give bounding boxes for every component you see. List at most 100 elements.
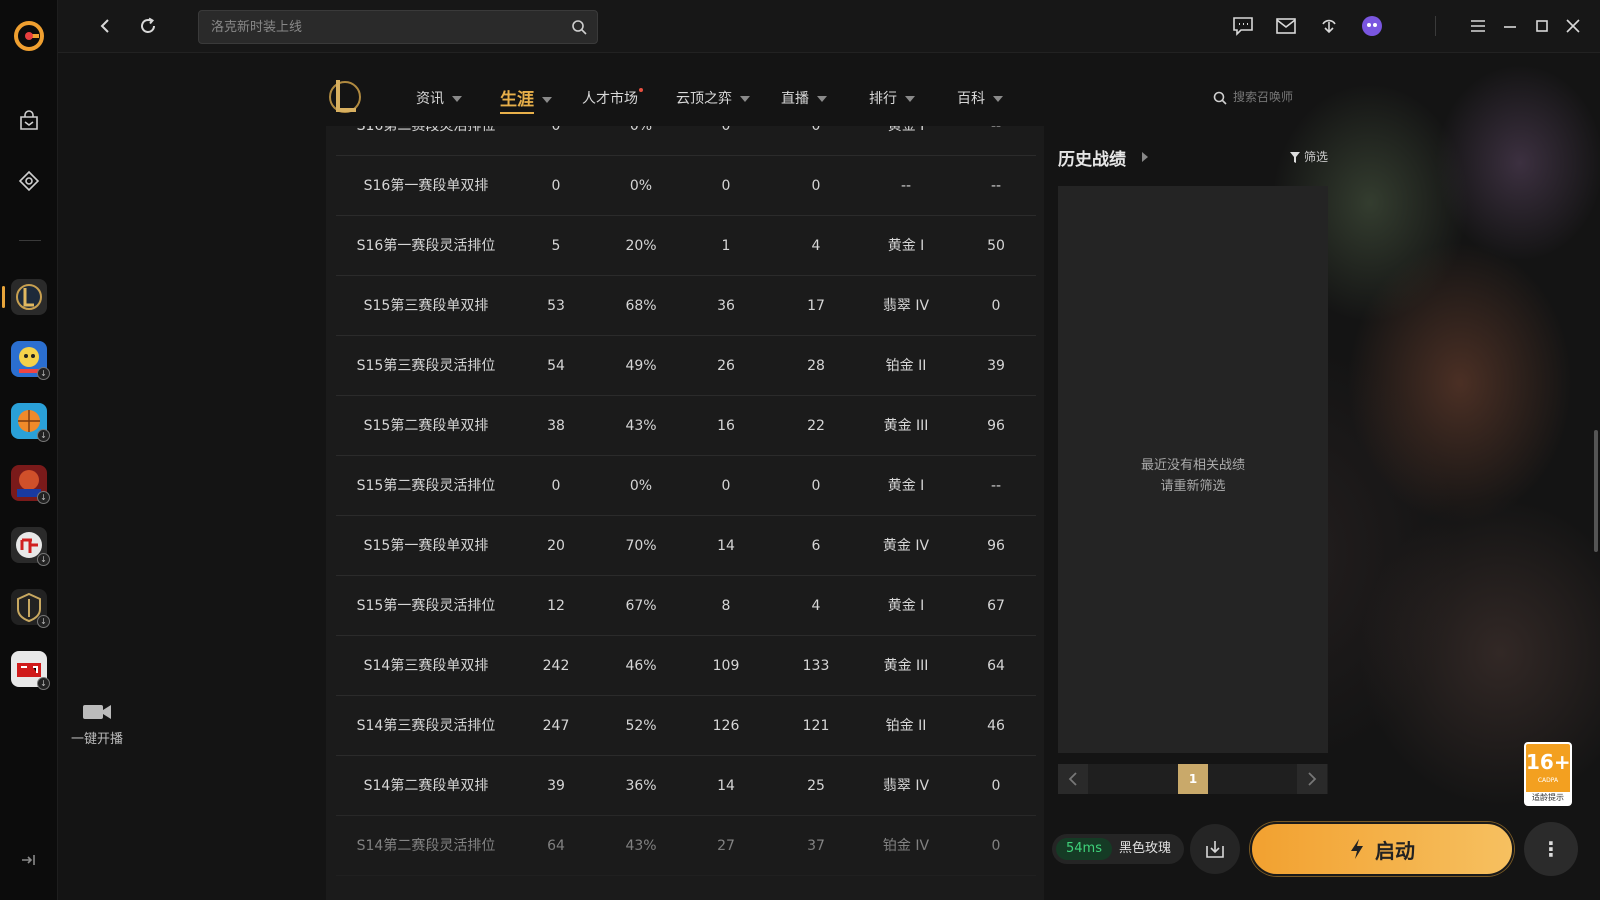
game-cf-icon[interactable]: ↓ <box>11 527 50 566</box>
launch-button[interactable]: 启动 <box>1250 822 1514 876</box>
win-rate-cell: 0% <box>629 126 653 134</box>
tab-career[interactable]: 生涯 <box>500 85 552 114</box>
tab-news[interactable]: 资讯 <box>416 88 462 108</box>
table-row[interactable]: S15第三赛段单双排 53 68% 36 17 翡翠 IV 0 <box>336 276 1036 336</box>
chevron-down-icon <box>817 96 827 102</box>
scrollbar[interactable] <box>1594 430 1598 552</box>
chevron-right-icon[interactable] <box>1142 152 1148 162</box>
table-row[interactable]: S15第一赛段单双排 20 70% 14 6 黄金 IV 96 <box>336 516 1036 576</box>
season-name-cell: S14第三赛段灵活排位 <box>356 718 496 734</box>
league-points-cell: 0 <box>991 298 1001 314</box>
refresh-button[interactable] <box>135 13 161 39</box>
download-manager-button[interactable] <box>1317 14 1341 38</box>
chat-button[interactable] <box>1231 14 1255 38</box>
season-name-cell: S16第一赛段灵活排位 <box>356 238 496 254</box>
game-lol-icon[interactable] <box>11 279 47 315</box>
store-bag-icon[interactable] <box>16 108 42 134</box>
table-row[interactable]: S16第一赛段单双排 0 0% 0 0 -- -- <box>336 156 1036 216</box>
win-rate-cell: 43% <box>625 418 657 434</box>
table-row[interactable]: S16第二赛段灵活排位 0 0% 0 0 黄金 I -- <box>336 126 1036 156</box>
camera-icon <box>83 705 111 719</box>
game-controller-icon[interactable] <box>16 168 42 194</box>
maximize-button[interactable] <box>1530 14 1554 38</box>
table-row[interactable]: S14第三赛段灵活排位 247 52% 126 121 铂金 II 46 <box>336 696 1036 756</box>
tab-ranking[interactable]: 排行 <box>869 88 915 108</box>
chevron-right-icon <box>1308 772 1317 786</box>
games-cell: 5 <box>551 238 561 254</box>
expand-sidebar-icon[interactable] <box>20 853 40 871</box>
wins-cell: 14 <box>717 538 735 554</box>
table-row[interactable]: S16第一赛段灵活排位 5 20% 1 4 黄金 I 50 <box>336 216 1036 276</box>
table-row[interactable]: S14第三赛段单双排 242 46% 109 133 黄金 III 64 <box>336 636 1036 696</box>
chevron-down-icon <box>542 97 552 103</box>
tab-tft[interactable]: 云顶之弈 <box>676 88 750 108</box>
age-org: CADPA <box>1537 777 1559 784</box>
games-cell: 12 <box>547 598 565 614</box>
game-qq-speed-icon[interactable]: ↓ <box>11 341 50 380</box>
rank-tier-cell: 翡翠 IV <box>882 298 930 314</box>
mail-button[interactable] <box>1274 14 1298 38</box>
season-name-cell: S16第一赛段单双排 <box>363 178 489 194</box>
download-tray-icon <box>1206 841 1224 858</box>
search-icon[interactable] <box>571 19 587 35</box>
win-rate-cell: 46% <box>625 658 657 674</box>
games-cell: 38 <box>547 418 565 434</box>
game-basketball-icon[interactable]: ↓ <box>11 403 50 442</box>
summoner-search[interactable]: 搜索召唤师 <box>1213 88 1293 105</box>
next-page-button[interactable] <box>1297 764 1327 794</box>
one-click-live-button[interactable]: 一键开播 <box>68 702 126 747</box>
league-points-cell: 64 <box>987 658 1005 674</box>
page-number[interactable]: 1 <box>1178 764 1208 794</box>
age-rating-badge[interactable]: 16+ CADPA 适龄提示 <box>1524 742 1572 806</box>
server-status[interactable]: 54ms 黑色玫瑰 <box>1052 834 1184 864</box>
games-cell: 54 <box>547 358 565 374</box>
close-icon <box>1566 19 1580 33</box>
install-button[interactable] <box>1190 824 1240 874</box>
table-row[interactable]: S15第一赛段灵活排位 12 67% 8 4 黄金 I 67 <box>336 576 1036 636</box>
lol-logo-icon[interactable] <box>326 76 362 116</box>
league-points-cell: 0 <box>991 778 1001 794</box>
download-badge-icon: ↓ <box>37 553 50 566</box>
game-qqfeiche-icon[interactable]: ↓ <box>11 651 50 690</box>
minimize-button[interactable] <box>1498 14 1522 38</box>
wins-cell: 36 <box>717 298 735 314</box>
app-logo-icon[interactable] <box>13 20 45 52</box>
global-search <box>198 10 598 44</box>
table-row[interactable]: S14第二赛段灵活排位 64 43% 27 37 铂金 IV 0 <box>336 816 1036 876</box>
wins-cell: 27 <box>717 838 735 854</box>
server-name: 黑色玫瑰 <box>1119 841 1172 856</box>
close-button[interactable] <box>1561 14 1585 38</box>
season-name-cell: S15第一赛段灵活排位 <box>356 598 496 614</box>
rank-tier-cell: 铂金 II <box>885 358 927 374</box>
table-row[interactable]: S15第二赛段单双排 38 43% 16 22 黄金 III 96 <box>336 396 1036 456</box>
table-row[interactable]: S15第二赛段灵活排位 0 0% 0 0 黄金 I -- <box>336 456 1036 516</box>
wins-cell: 16 <box>717 418 735 434</box>
table-row[interactable]: S15第三赛段灵活排位 54 49% 26 28 铂金 II 39 <box>336 336 1036 396</box>
search-input[interactable] <box>199 11 559 43</box>
tab-wiki[interactable]: 百科 <box>957 88 1003 108</box>
rank-tier-cell: 铂金 II <box>885 718 927 734</box>
prev-page-button[interactable] <box>1058 764 1088 794</box>
games-cell: 64 <box>547 838 565 854</box>
table-row[interactable]: S14第二赛段单双排 39 36% 14 25 翡翠 IV 0 <box>336 756 1036 816</box>
download-icon <box>1322 19 1336 34</box>
user-avatar[interactable] <box>1360 14 1384 38</box>
filter-button[interactable]: 筛选 <box>1290 148 1328 165</box>
losses-cell: 0 <box>811 178 821 194</box>
back-button[interactable] <box>92 13 118 39</box>
tab-talent-market[interactable]: 人才市场 <box>582 88 643 108</box>
wins-cell: 109 <box>712 658 740 674</box>
game-nba-icon[interactable]: ↓ <box>11 465 50 504</box>
season-name-cell: S15第三赛段单双排 <box>363 298 489 314</box>
games-cell: 247 <box>542 718 570 734</box>
menu-button[interactable] <box>1466 14 1490 38</box>
games-cell: 0 <box>551 126 561 134</box>
download-badge-icon: ↓ <box>37 429 50 442</box>
game-shield-icon[interactable]: ↓ <box>11 589 50 628</box>
league-points-cell: 96 <box>987 418 1005 434</box>
more-options-button[interactable]: ⋮ <box>1524 822 1578 876</box>
history-title[interactable]: 历史战绩 <box>1058 145 1126 170</box>
losses-cell: 4 <box>811 238 821 254</box>
losses-cell: 6 <box>811 538 821 554</box>
tab-live[interactable]: 直播 <box>781 88 827 108</box>
